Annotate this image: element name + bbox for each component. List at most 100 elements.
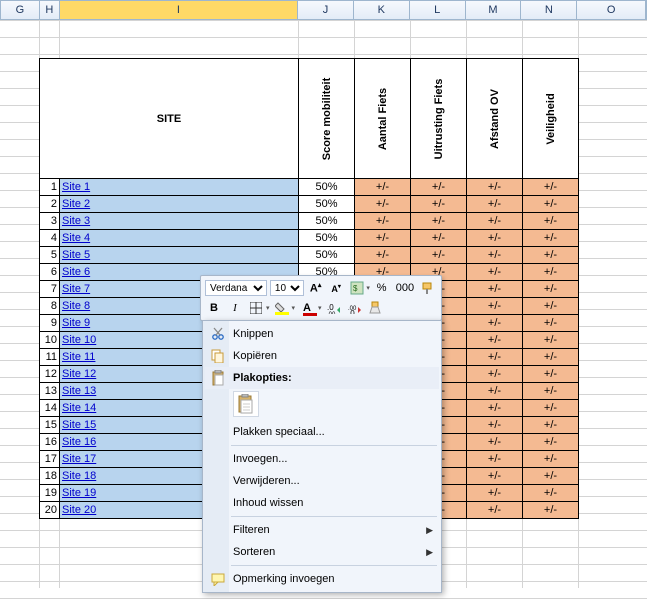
site-link[interactable]: Site 4 [60,230,299,247]
plus-minus-cell[interactable]: +/- [523,247,579,264]
col-header-I[interactable]: I [60,1,298,19]
col-header-N[interactable]: N [521,1,577,19]
bold-button[interactable]: B [205,300,223,316]
plus-minus-cell[interactable]: +/- [411,196,467,213]
plus-minus-cell[interactable]: +/- [523,264,579,281]
plus-minus-cell[interactable]: +/- [523,281,579,298]
col-header-M[interactable]: M [466,1,522,19]
plus-minus-cell[interactable]: +/- [523,332,579,349]
ctx-filter[interactable]: Filteren ▶ [205,519,439,541]
increase-decimal-button[interactable]: .00.0 [346,300,364,316]
accounting-format-button[interactable]: $ [348,280,365,296]
score-cell[interactable]: 50% [299,247,355,264]
plus-minus-cell[interactable]: +/- [523,485,579,502]
plus-minus-cell[interactable]: +/- [411,247,467,264]
plus-minus-cell[interactable]: +/- [467,332,523,349]
plus-minus-cell[interactable]: +/- [467,179,523,196]
plus-minus-cell[interactable]: +/- [523,400,579,417]
col-header-O[interactable]: O [577,1,646,19]
plus-minus-cell[interactable]: +/- [467,434,523,451]
site-link[interactable]: Site 2 [60,196,299,213]
plus-minus-cell[interactable]: +/- [411,230,467,247]
comma-format-button[interactable]: 000 [393,280,416,296]
plus-minus-cell[interactable]: +/- [467,417,523,434]
plus-minus-cell[interactable]: +/- [355,213,411,230]
ctx-insert[interactable]: Invoegen... [205,448,439,470]
plus-minus-cell[interactable]: +/- [523,366,579,383]
dropdown-arrow-icon[interactable]: ▾ [292,304,296,312]
plus-minus-cell[interactable]: +/- [523,349,579,366]
plus-minus-cell[interactable]: +/- [523,315,579,332]
italic-button[interactable]: I [226,300,244,316]
plus-minus-cell[interactable]: +/- [467,281,523,298]
site-link[interactable]: Site 5 [60,247,299,264]
ctx-clear-contents[interactable]: Inhoud wissen [205,492,439,514]
plus-minus-cell[interactable]: +/- [523,468,579,485]
borders-button[interactable] [247,300,265,316]
plus-minus-cell[interactable]: +/- [467,485,523,502]
plus-minus-cell[interactable]: +/- [467,298,523,315]
plus-minus-cell[interactable]: +/- [523,451,579,468]
plus-minus-cell[interactable]: +/- [523,434,579,451]
col-header-K[interactable]: K [354,1,410,19]
ctx-copy[interactable]: Kopiëren [205,345,439,367]
decrease-decimal-button[interactable]: .0.00 [325,300,343,316]
plus-minus-cell[interactable]: +/- [467,264,523,281]
plus-minus-cell[interactable]: +/- [467,502,523,519]
col-header-L[interactable]: L [410,1,466,19]
col-header-H[interactable]: H [40,1,60,19]
ctx-cut[interactable]: Knippen [205,323,439,345]
col-header-J[interactable]: J [298,1,354,19]
ctx-insert-comment[interactable]: Opmerking invoegen [205,568,439,590]
plus-minus-cell[interactable]: +/- [355,230,411,247]
plus-minus-cell[interactable]: +/- [523,502,579,519]
plus-minus-cell[interactable]: +/- [411,213,467,230]
plus-minus-cell[interactable]: +/- [523,213,579,230]
plus-minus-cell[interactable]: +/- [355,247,411,264]
dropdown-arrow-icon[interactable]: ▾ [366,284,370,292]
site-link[interactable]: Site 3 [60,213,299,230]
format-brush-button[interactable] [367,300,385,316]
plus-minus-cell[interactable]: +/- [523,383,579,400]
score-cell[interactable]: 50% [299,179,355,196]
dropdown-arrow-icon[interactable]: ▾ [318,304,322,312]
plus-minus-cell[interactable]: +/- [467,366,523,383]
font-family-select[interactable]: Verdana [205,280,267,296]
plus-minus-cell[interactable]: +/- [523,179,579,196]
percent-format-button[interactable]: % [373,280,390,296]
plus-minus-cell[interactable]: +/- [467,349,523,366]
paste-option-default[interactable] [233,391,259,417]
dropdown-arrow-icon[interactable]: ▾ [266,304,270,312]
plus-minus-cell[interactable]: +/- [467,315,523,332]
plus-minus-cell[interactable]: +/- [411,179,467,196]
plus-minus-cell[interactable]: +/- [523,230,579,247]
score-cell[interactable]: 50% [299,196,355,213]
grow-font-button[interactable]: A▴ [307,280,324,296]
plus-minus-cell[interactable]: +/- [467,468,523,485]
ctx-delete[interactable]: Verwijderen... [205,470,439,492]
font-size-select[interactable]: 10 [270,280,304,296]
plus-minus-cell[interactable]: +/- [467,383,523,400]
plus-minus-cell[interactable]: +/- [467,247,523,264]
ctx-paste-options-header: Plakopties: [205,367,439,389]
site-link[interactable]: Site 1 [60,179,299,196]
plus-minus-cell[interactable]: +/- [467,213,523,230]
plus-minus-cell[interactable]: +/- [355,179,411,196]
fill-color-button[interactable] [273,300,291,316]
plus-minus-cell[interactable]: +/- [467,230,523,247]
ctx-sort[interactable]: Sorteren ▶ [205,541,439,563]
score-cell[interactable]: 50% [299,230,355,247]
mini-format-toolbar: Verdana 10 A▴ A▾ $ ▾ % 000 B I ▾ ▾ A ▾ .… [200,275,442,321]
format-painter-button[interactable] [420,280,437,296]
plus-minus-cell[interactable]: +/- [355,196,411,213]
ctx-paste-special[interactable]: Plakken speciaal... [205,421,439,443]
score-cell[interactable]: 50% [299,213,355,230]
plus-minus-cell[interactable]: +/- [467,451,523,468]
shrink-font-button[interactable]: A▾ [327,280,344,296]
plus-minus-cell[interactable]: +/- [523,196,579,213]
plus-minus-cell[interactable]: +/- [523,417,579,434]
col-header-G[interactable]: G [1,1,40,19]
plus-minus-cell[interactable]: +/- [467,400,523,417]
plus-minus-cell[interactable]: +/- [467,196,523,213]
plus-minus-cell[interactable]: +/- [523,298,579,315]
